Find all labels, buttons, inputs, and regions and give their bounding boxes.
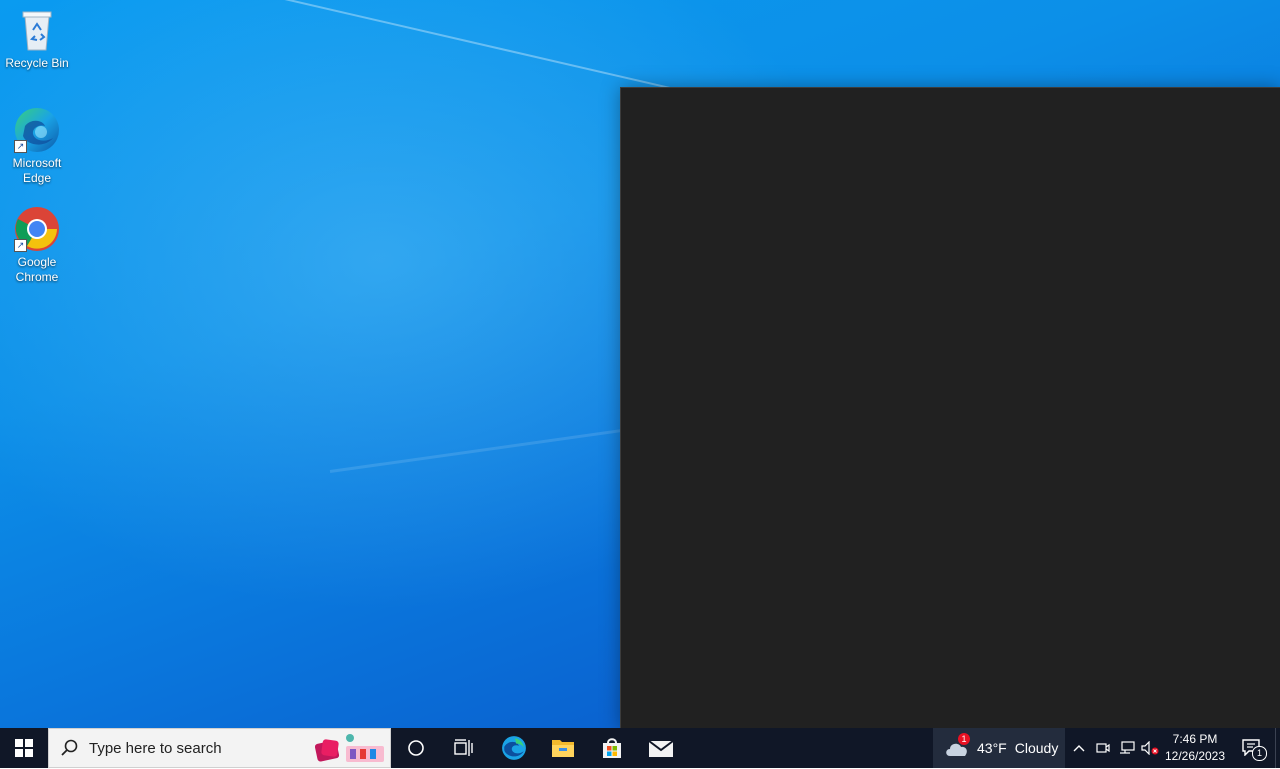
show-desktop-button[interactable] bbox=[1275, 728, 1280, 768]
task-view-icon bbox=[454, 739, 473, 756]
cortana-button[interactable] bbox=[392, 728, 440, 768]
taskbar: Type here to search 1 43°F Cloudy 7:46 P… bbox=[0, 728, 1280, 768]
volume-muted-icon bbox=[1141, 741, 1159, 755]
chevron-up-icon bbox=[1073, 745, 1085, 752]
network-tray-button[interactable] bbox=[1115, 728, 1139, 768]
taskbar-store-button[interactable] bbox=[588, 728, 636, 768]
weather-badge: 1 bbox=[958, 733, 970, 745]
shortcut-arrow-icon: ↗ bbox=[14, 140, 27, 153]
chrome-icon: ↗ bbox=[13, 205, 61, 253]
search-placeholder: Type here to search bbox=[89, 739, 222, 757]
folder-icon bbox=[552, 740, 574, 757]
task-view-button[interactable] bbox=[440, 728, 488, 768]
clock-time: 7:46 PM bbox=[1172, 732, 1218, 746]
volume-tray-button[interactable] bbox=[1139, 728, 1161, 768]
show-hidden-icons-button[interactable] bbox=[1068, 728, 1090, 768]
action-center-button[interactable]: 1 bbox=[1232, 728, 1272, 768]
clock-date: 12/26/2023 bbox=[1164, 749, 1226, 763]
cortana-circle-icon bbox=[408, 740, 424, 756]
weather-condition: Cloudy bbox=[1014, 740, 1059, 756]
desktop: Recycle Bin ↗ Microsoft Edge ↗ Google Ch… bbox=[0, 0, 1280, 728]
desktop-icon-label: Microsoft Edge bbox=[12, 156, 62, 185]
start-button[interactable] bbox=[0, 728, 48, 768]
desktop-icon-label: Recycle Bin bbox=[5, 56, 69, 70]
windows-logo-icon bbox=[15, 739, 33, 757]
mail-icon bbox=[648, 740, 674, 757]
edge-icon: ↗ bbox=[13, 106, 61, 154]
taskbar-clock[interactable]: 7:46 PM 12/26/2023 bbox=[1163, 731, 1227, 765]
recycle-bin-icon bbox=[13, 6, 61, 54]
search-highlight-illustration-icon bbox=[312, 732, 386, 764]
desktop-icon-recycle-bin[interactable]: Recycle Bin bbox=[2, 6, 72, 71]
taskbar-mail-button[interactable] bbox=[637, 728, 685, 768]
notification-count-badge: 1 bbox=[1252, 746, 1267, 761]
edge-icon bbox=[502, 736, 526, 760]
meet-now-tray-button[interactable] bbox=[1092, 728, 1114, 768]
camera-icon bbox=[1096, 743, 1110, 753]
desktop-icon-label: Google Chrome bbox=[15, 255, 59, 284]
weather-widget[interactable]: 1 43°F Cloudy bbox=[933, 728, 1065, 768]
taskbar-file-explorer-button[interactable] bbox=[539, 728, 587, 768]
network-icon bbox=[1120, 741, 1135, 754]
cloud-weather-icon: 1 bbox=[944, 733, 970, 758]
app-window[interactable] bbox=[620, 87, 1280, 728]
store-icon bbox=[603, 738, 621, 758]
desktop-icon-microsoft-edge[interactable]: ↗ Microsoft Edge bbox=[2, 106, 72, 186]
taskbar-edge-button[interactable] bbox=[490, 728, 538, 768]
desktop-icon-google-chrome[interactable]: ↗ Google Chrome bbox=[2, 205, 72, 285]
weather-temperature: 43°F bbox=[977, 740, 1007, 756]
search-icon bbox=[61, 739, 78, 756]
notification-icon: 1 bbox=[1241, 738, 1267, 761]
shortcut-arrow-icon: ↗ bbox=[14, 239, 27, 252]
taskbar-search-box[interactable]: Type here to search bbox=[48, 728, 391, 768]
